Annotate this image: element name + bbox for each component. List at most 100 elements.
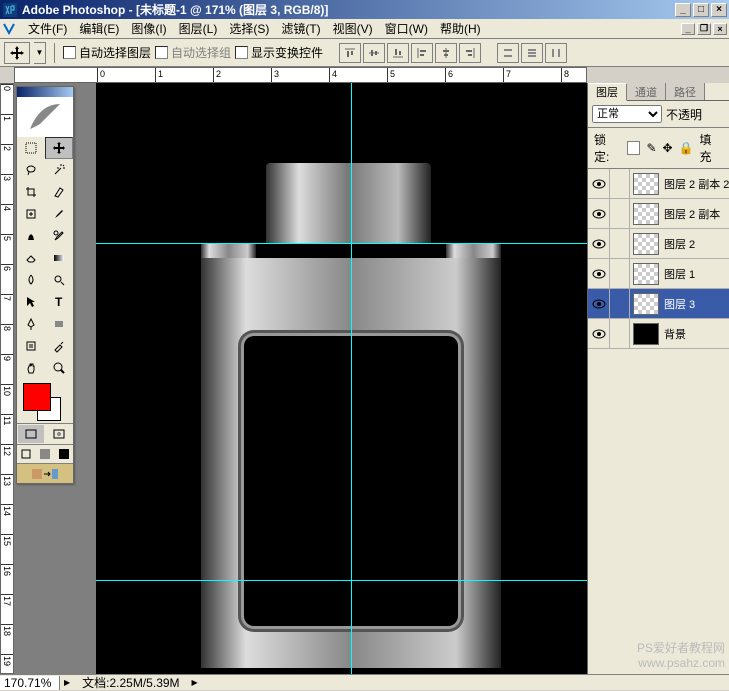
checkbox-icon[interactable] — [63, 46, 76, 59]
jump-to-imageready-button[interactable] — [17, 463, 73, 483]
link-toggle[interactable] — [610, 289, 630, 318]
layer-name[interactable]: 图层 2 副本 — [662, 206, 729, 222]
layer-row[interactable]: 图层 1 — [588, 259, 729, 289]
notes-tool[interactable] — [17, 335, 45, 357]
menu-image[interactable]: 图像(I) — [125, 18, 172, 39]
history-brush-tool[interactable] — [45, 225, 73, 247]
eraser-tool[interactable] — [17, 247, 45, 269]
rectangular-marquee-tool[interactable] — [17, 137, 45, 159]
align-hcenter-button[interactable] — [435, 43, 457, 63]
lock-all-icon[interactable]: 🔒 — [679, 141, 694, 155]
crop-tool[interactable] — [17, 181, 45, 203]
path-selection-tool[interactable] — [17, 291, 45, 313]
horizontal-ruler[interactable]: 0 1 2 3 4 5 6 7 8 — [14, 67, 587, 83]
close-button[interactable]: × — [711, 3, 727, 17]
lock-brush-icon[interactable]: ✎ — [646, 141, 656, 155]
standard-mode-button[interactable] — [17, 424, 45, 444]
align-right-button[interactable] — [459, 43, 481, 63]
distribute-button-2[interactable] — [521, 43, 543, 63]
screen-full-menubar-button[interactable] — [36, 445, 55, 463]
layer-name[interactable]: 图层 3 — [662, 296, 729, 312]
visibility-toggle[interactable] — [588, 199, 610, 228]
layer-row[interactable]: 图层 2 副本 — [588, 199, 729, 229]
canvas-area[interactable] — [14, 83, 587, 674]
menu-help[interactable]: 帮助(H) — [434, 18, 487, 39]
rectangle-tool[interactable] — [45, 313, 73, 335]
layer-row[interactable]: 图层 2 副本 2 — [588, 169, 729, 199]
tool-preset-dropdown[interactable]: ▼ — [34, 42, 46, 64]
lasso-tool[interactable] — [17, 159, 45, 181]
menu-layer[interactable]: 图层(L) — [173, 18, 224, 39]
align-bottom-button[interactable] — [387, 43, 409, 63]
layers-tab[interactable]: 图层 — [588, 83, 627, 101]
magic-wand-tool[interactable] — [45, 159, 73, 181]
pen-tool[interactable] — [17, 313, 45, 335]
doc-minimize-button[interactable]: _ — [681, 23, 695, 35]
screen-standard-button[interactable] — [17, 445, 36, 463]
layer-name[interactable]: 图层 1 — [662, 266, 729, 282]
clone-stamp-tool[interactable] — [17, 225, 45, 247]
visibility-toggle[interactable] — [588, 259, 610, 288]
menu-edit[interactable]: 编辑(E) — [73, 18, 125, 39]
menu-filter[interactable]: 滤镜(T) — [275, 18, 326, 39]
move-tool[interactable] — [45, 137, 73, 159]
checkbox-icon[interactable] — [235, 46, 248, 59]
layer-thumbnail[interactable] — [633, 293, 659, 315]
vertical-ruler[interactable]: 0 1 2 3 4 5 6 7 8 9 10 11 12 13 14 15 16… — [0, 83, 14, 674]
link-toggle[interactable] — [610, 229, 630, 258]
link-toggle[interactable] — [610, 319, 630, 348]
brush-tool[interactable] — [45, 203, 73, 225]
zoom-level-field[interactable]: 170.71% — [0, 676, 60, 690]
status-menu-arrow-icon[interactable]: ▶ — [60, 678, 74, 687]
hand-tool[interactable] — [17, 357, 45, 379]
link-toggle[interactable] — [610, 259, 630, 288]
document-canvas[interactable] — [96, 83, 587, 674]
show-transform-option[interactable]: 显示变换控件 — [235, 44, 323, 61]
visibility-toggle[interactable] — [588, 169, 610, 198]
layer-name[interactable]: 图层 2 副本 2 — [662, 176, 729, 192]
channels-tab[interactable]: 通道 — [627, 83, 666, 100]
layer-row[interactable]: 背景 — [588, 319, 729, 349]
layer-thumbnail[interactable] — [633, 263, 659, 285]
toolbox-header[interactable] — [17, 87, 73, 97]
layer-row[interactable]: 图层 3 — [588, 289, 729, 319]
maximize-button[interactable]: □ — [693, 3, 709, 17]
layer-name[interactable]: 图层 2 — [662, 236, 729, 252]
move-tool-icon[interactable] — [4, 42, 30, 64]
menu-window[interactable]: 窗口(W) — [379, 18, 434, 39]
lock-move-icon[interactable]: ✥ — [663, 141, 673, 155]
vertical-guide[interactable] — [351, 83, 352, 674]
visibility-toggle[interactable] — [588, 229, 610, 258]
layer-thumbnail[interactable] — [633, 173, 659, 195]
visibility-toggle[interactable] — [588, 289, 610, 318]
status-dropdown-arrow-icon[interactable]: ▶ — [188, 678, 202, 687]
blend-mode-select[interactable]: 正常 — [592, 105, 662, 123]
align-left-button[interactable] — [411, 43, 433, 63]
menu-view[interactable]: 视图(V) — [327, 18, 379, 39]
quickmask-mode-button[interactable] — [45, 424, 73, 444]
menu-file[interactable]: 文件(F) — [22, 18, 73, 39]
dodge-tool[interactable] — [45, 269, 73, 291]
zoom-tool[interactable] — [45, 357, 73, 379]
doc-restore-button[interactable]: ❐ — [697, 23, 711, 35]
layer-thumbnail[interactable] — [633, 203, 659, 225]
eyedropper-tool[interactable] — [45, 335, 73, 357]
toolbox[interactable]: T — [16, 86, 74, 484]
blur-tool[interactable] — [17, 269, 45, 291]
horizontal-guide[interactable] — [96, 243, 587, 244]
type-tool[interactable]: T — [45, 291, 73, 313]
layer-name[interactable]: 背景 — [662, 326, 729, 342]
auto-select-layer-option[interactable]: 自动选择图层 — [63, 44, 151, 61]
layer-thumbnail[interactable] — [633, 323, 659, 345]
healing-brush-tool[interactable] — [17, 203, 45, 225]
horizontal-guide[interactable] — [96, 580, 587, 581]
layer-thumbnail[interactable] — [633, 233, 659, 255]
gradient-tool[interactable] — [45, 247, 73, 269]
visibility-toggle[interactable] — [588, 319, 610, 348]
distribute-button-1[interactable] — [497, 43, 519, 63]
paths-tab[interactable]: 路径 — [666, 83, 705, 100]
menu-select[interactable]: 选择(S) — [223, 18, 275, 39]
link-toggle[interactable] — [610, 169, 630, 198]
link-toggle[interactable] — [610, 199, 630, 228]
distribute-button-3[interactable] — [545, 43, 567, 63]
